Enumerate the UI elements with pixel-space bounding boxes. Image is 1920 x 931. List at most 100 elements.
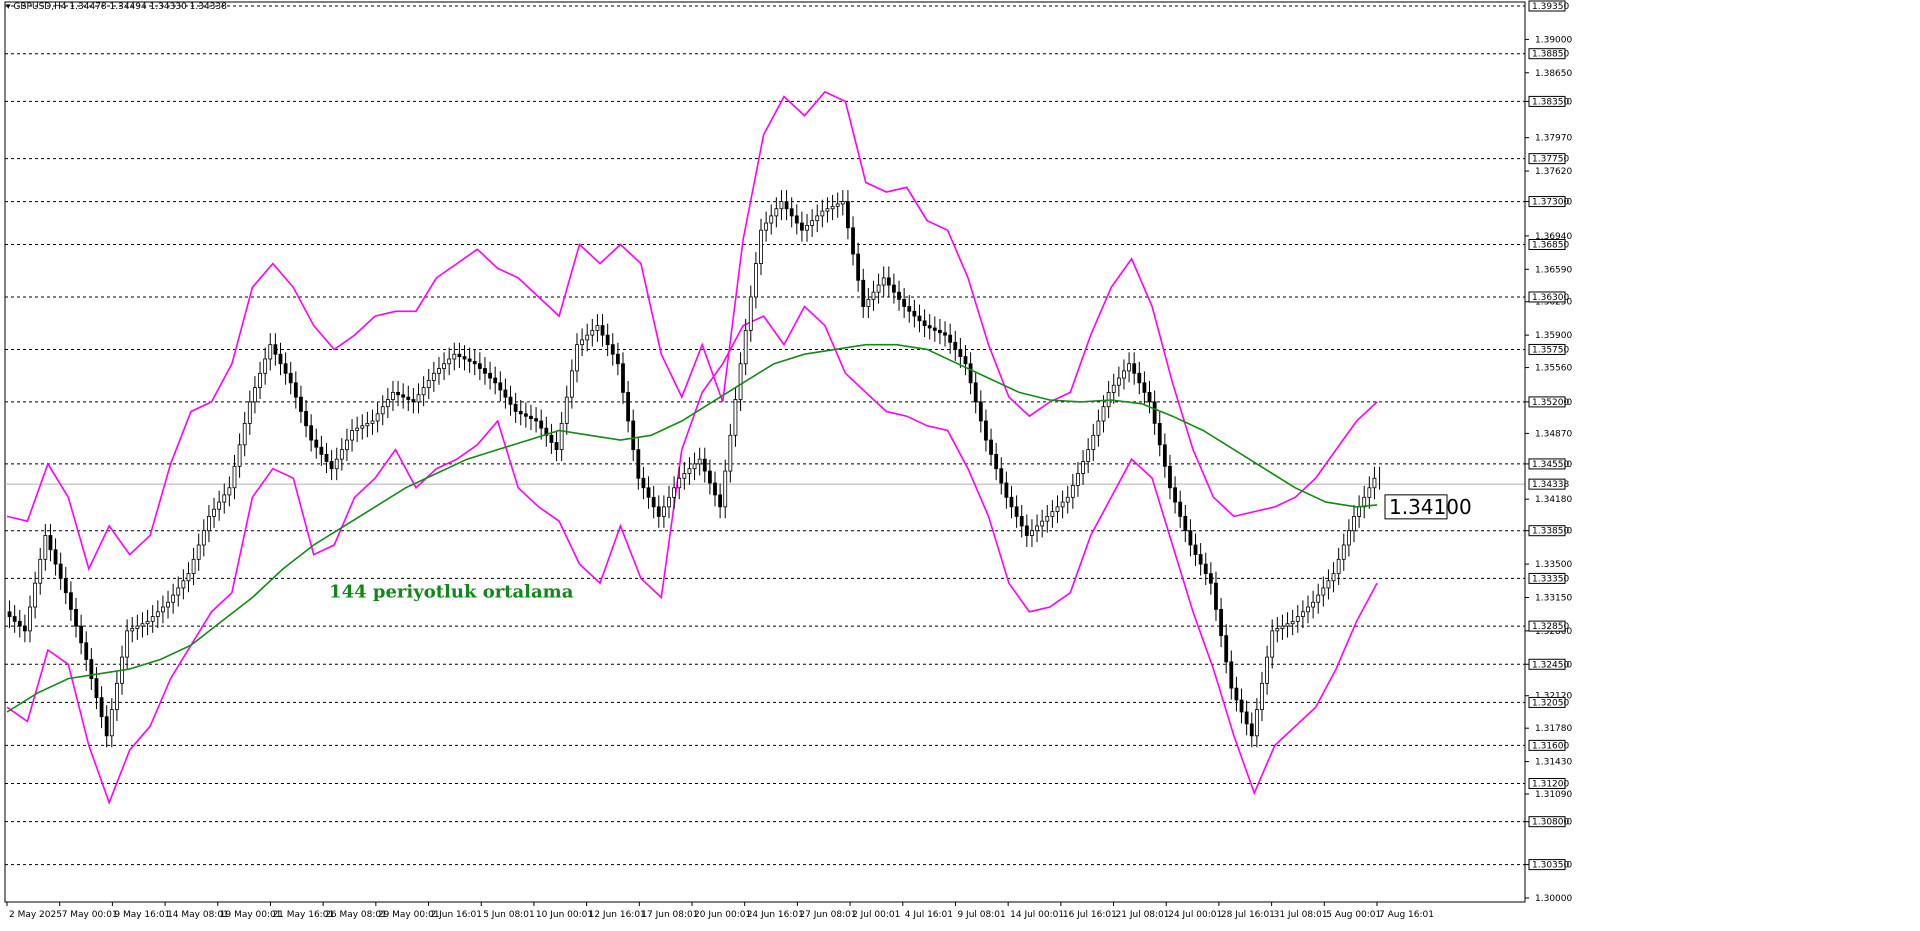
candle-body [856,253,861,281]
candle-body [426,380,431,389]
candle-body [774,208,779,217]
candle-body [99,697,104,718]
candle-body [217,501,222,510]
candle-body [329,461,334,470]
candle-body [912,310,917,317]
candle-body [600,325,605,336]
candle-body [1280,625,1285,629]
candle-body [17,620,22,627]
candle-body [84,642,89,660]
candle-body [1311,601,1316,608]
candle-body [1009,496,1014,508]
candle-body [610,344,615,355]
date-tick-label: 16 Jul 16:01 [1063,910,1117,920]
candle-body [1290,620,1295,625]
symbol-dropdown-icon[interactable]: ▾ [6,2,11,12]
candle-body [237,444,242,467]
candle-body [656,506,661,517]
candle-body [247,401,252,424]
candle-body [319,446,324,455]
candle-body [104,716,109,737]
candle-body [68,592,73,610]
symbol-header: ▾ GBPUSD,H4 1.34478 1.34494 1.34330 1.34… [6,3,227,12]
candle-body [1254,709,1259,737]
candle-body [1357,506,1362,517]
candle-body [1367,487,1372,498]
candle-body [503,389,508,398]
date-tick-label: 9 Jul 08:01 [957,910,1005,920]
price-tick-label: 1.31780 [1535,724,1572,734]
candle-body [283,363,288,374]
candle-body [978,401,983,422]
candle-body [1244,711,1249,725]
level-tag-label: 1.33850 [1532,527,1569,537]
candle-body [339,449,344,460]
candle-body [892,284,896,293]
date-tick-label: 24 Jul 00:01 [1168,910,1222,920]
candle-body [263,358,268,374]
candle-body [646,487,651,498]
candle-body [53,549,58,565]
candle-body [1096,420,1101,436]
candle-body [539,420,544,429]
level-tag-label: 1.37750 [1532,155,1569,165]
candle-body [1091,434,1096,451]
candle-body [575,344,579,372]
candle-body [1116,377,1121,386]
candle-body [391,391,395,400]
candle-body [943,332,947,336]
level-tag-label: 1.33350 [1532,574,1569,584]
candle-body [186,573,191,582]
candle-body [1162,444,1167,467]
candle-body [324,453,329,462]
candle-body [1070,484,1075,498]
candle-body [28,606,32,632]
candle-body [549,434,554,443]
candle-body [181,580,186,589]
candle-body [406,396,411,400]
candle-body [580,339,584,346]
candle-body [1270,630,1275,658]
candle-body [232,465,237,489]
candle-body [989,439,993,455]
candle-body [1352,515,1356,532]
candle-body [355,427,360,431]
candle-body [278,353,283,365]
candle-body [718,494,723,508]
candle-body [743,329,748,365]
candle-body [38,558,43,584]
candle-body [1336,558,1341,575]
candle-body [1065,496,1070,503]
candle-body [682,473,687,479]
candle-body [748,296,753,331]
candle-body [1234,687,1239,701]
candle-body [43,535,48,560]
candle-body [641,477,646,489]
candle-body [554,442,559,451]
candle-body [861,279,866,307]
date-tick-label: 9 May 16:01 [114,910,170,920]
candle-body [442,363,446,369]
candle-body [518,411,523,415]
candle-body [917,315,922,322]
date-tick-label: 7 May 00:01 [62,910,118,920]
candle-body [1024,525,1029,536]
candle-body [350,430,354,441]
candle-body [1219,609,1223,637]
level-tag-label: 1.36850 [1532,241,1569,251]
level-tag-label: 1.30350 [1532,861,1569,871]
candle-body [1045,515,1050,522]
candle-body [401,394,406,398]
candle-body [1081,461,1085,474]
candle-body [815,215,820,222]
candle-body [1203,563,1208,575]
price-tick-label: 1.37970 [1535,134,1572,144]
price-tick-label: 1.39000 [1535,35,1572,45]
candle-body [764,222,769,231]
candle-body [723,470,728,508]
candle-body [1321,587,1326,596]
candle-body [1127,363,1131,372]
candle-body [155,611,160,617]
candle-body [728,434,733,472]
candle-body [948,334,953,343]
